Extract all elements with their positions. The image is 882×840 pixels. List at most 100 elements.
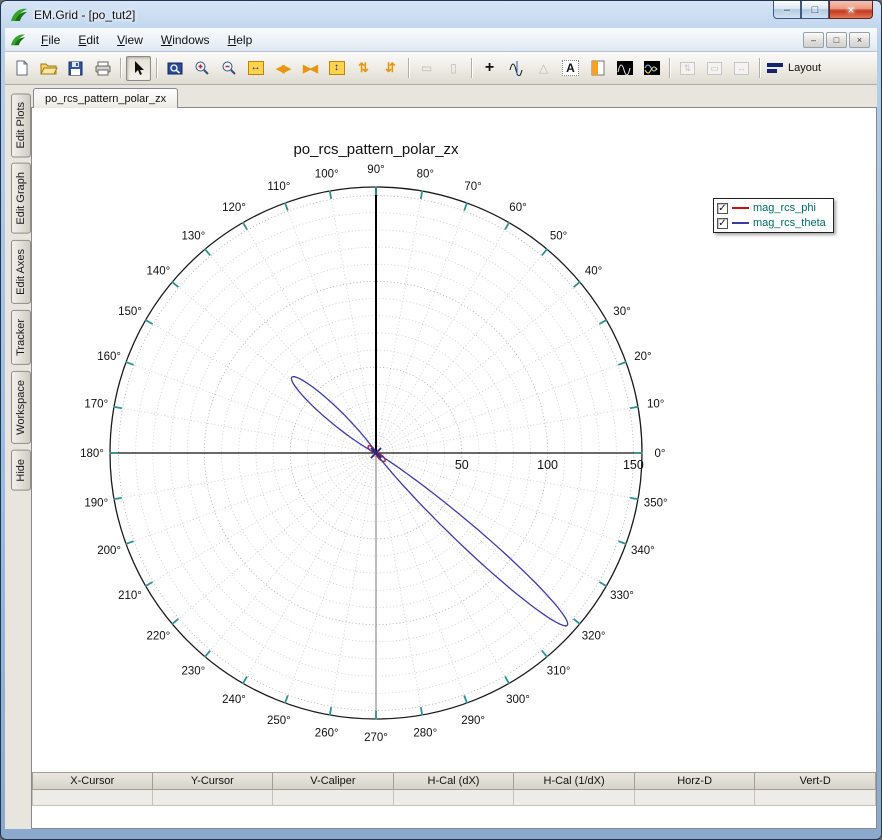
band-select-button[interactable]: ▯ [441,56,466,81]
legend-line-sample-phi [732,207,749,209]
sidebar-tab-hide[interactable]: Hide [11,449,31,491]
minimize-button[interactable]: – [773,1,801,19]
angle-label: 70° [464,181,481,193]
menu-file[interactable]: File [32,30,69,50]
triangle-marker-icon: △ [538,61,549,75]
v-zoom-button[interactable]: ↕ [324,56,349,81]
spectrum-1-button[interactable] [612,56,637,81]
panel-bottom-spacer [32,806,876,828]
region-select-button[interactable]: ▭ [414,56,439,81]
menu-windows[interactable]: Windows [152,30,219,50]
menu-edit[interactable]: Edit [69,30,108,50]
angle-label: 20° [634,351,651,363]
toolbar: ↔ ◀▶ ▶◀ ↕ ⇅ ⇵ ▭ ▯ + △ A ⇅ ▭ ↔ Layout [5,52,877,85]
layout-button[interactable]: Layout [765,56,822,81]
grid-radial-line [284,452,377,704]
close-button[interactable]: × [829,1,873,19]
main-area: po_rcs_pattern_polar_zx po_rcs_pattern_p… [31,85,877,829]
h-fit-button[interactable]: ▶◀ [297,56,322,81]
mdi-window-controls: – □ × [803,31,872,48]
text-tool-button[interactable]: A [558,56,583,81]
angle-tick [204,248,211,256]
legend-label-phi: mag_rcs_phi [753,202,816,214]
radial-label: 100 [537,458,558,472]
readout-header-v-caliper: V-Caliper [273,772,394,790]
print-button[interactable] [90,56,115,81]
sidebar-tab-edit-plots[interactable]: Edit Plots [11,93,31,158]
legend: ✓ mag_rcs_phi ✓ mag_rcs_theta [713,198,834,233]
angle-label: 40° [585,265,602,277]
legend-item-mag-rcs-phi[interactable]: ✓ mag_rcs_phi [717,202,826,214]
triangle-marker-button[interactable]: △ [531,56,556,81]
pointer-tool-button[interactable] [126,55,151,81]
zoom-in-button[interactable] [189,56,214,81]
grid-radial-line [171,452,377,625]
sidebar: Edit Plots Edit Graph Edit Axes Tracker … [5,85,31,829]
angle-label: 330° [610,590,634,602]
menu-help[interactable]: Help [219,30,262,50]
cursor-readout: X-Cursor Y-Cursor V-Caliper H-Cal (dX) H… [32,772,876,806]
maximize-button[interactable]: □ [801,1,829,19]
plot-panel: po_rcs_pattern_polar_zx 0° 10° 20° 30° 40° 50°… [31,107,877,829]
layout-label: Layout [788,62,822,74]
v-pan-icon: ⇅ [358,60,369,75]
angle-tick [144,319,154,325]
v-pan-button[interactable]: ⇅ [351,56,376,81]
app-logo-icon [10,7,28,23]
mdi-minimize-icon: – [810,34,816,45]
angle-label: 0° [655,448,666,460]
angle-tick [463,695,468,704]
angle-label: 80° [417,168,434,180]
toolbar-separator [471,58,472,78]
v-fit-button[interactable]: ⇵ [378,56,403,81]
angle-tick [504,675,511,685]
h-pan-button[interactable]: ◀▶ [270,56,295,81]
angle-tick [541,248,548,256]
grid-radial-line [375,248,548,454]
open-file-button[interactable] [36,56,61,81]
angle-tick [573,281,581,288]
trace-tracker-button[interactable] [504,56,529,81]
document-tab[interactable]: po_rcs_pattern_polar_zx [33,88,179,108]
h-axis-box-button[interactable]: ↔ [729,56,754,81]
document-window-icon[interactable] [10,33,26,47]
zoom-window-button[interactable] [162,56,187,81]
mdi-minimize-button[interactable]: – [803,31,824,48]
angle-label: 280° [413,728,437,740]
new-file-icon [14,60,30,76]
h-axis-box-icon: ↔ [734,61,749,75]
sidebar-tab-tracker[interactable]: Tracker [11,309,31,365]
save-file-button[interactable] [63,56,88,81]
legend-checkbox-theta[interactable]: ✓ [717,217,728,229]
sidebar-tab-edit-axes[interactable]: Edit Axes [11,240,31,304]
readout-header-horz-d: Horz-D [634,772,756,790]
spectrum-2-button[interactable] [639,56,664,81]
grid-radial-line [242,452,377,684]
menu-view[interactable]: View [108,30,152,50]
grid-radial-line [113,452,377,500]
cross-marker-button[interactable]: + [477,56,502,81]
app-window: EM.Grid - [po_tut2] – □ × File Edit View… [0,0,882,840]
v-axis-box-button[interactable]: ⇅ [675,56,700,81]
sidebar-tab-workspace[interactable]: Workspace [11,370,31,444]
new-file-button[interactable] [9,56,34,81]
zoom-out-button[interactable] [216,56,241,81]
legend-checkbox-phi[interactable]: ✓ [717,202,728,214]
axes-box-button[interactable]: ▭ [702,56,727,81]
sidebar-tab-edit-graph[interactable]: Edit Graph [11,163,31,235]
toolbar-separator [759,58,760,78]
angle-label: 340° [631,545,655,557]
title-bar: EM.Grid - [po_tut2] – □ × [1,1,881,28]
angle-label: 240° [222,694,246,706]
angle-label: 170° [84,399,108,411]
mdi-close-button[interactable]: × [849,31,870,48]
angle-label: 60° [509,202,526,214]
v-axis-box-icon: ⇅ [680,61,695,75]
mdi-restore-button[interactable]: □ [826,31,847,48]
h-pan-icon: ◀▶ [276,62,291,75]
fill-color-button[interactable] [585,56,610,81]
legend-item-mag-rcs-theta[interactable]: ✓ mag_rcs_theta [717,217,826,229]
h-zoom-button[interactable]: ↔ [243,56,268,81]
grid-radial-line [375,202,468,454]
angle-tick [504,221,511,231]
